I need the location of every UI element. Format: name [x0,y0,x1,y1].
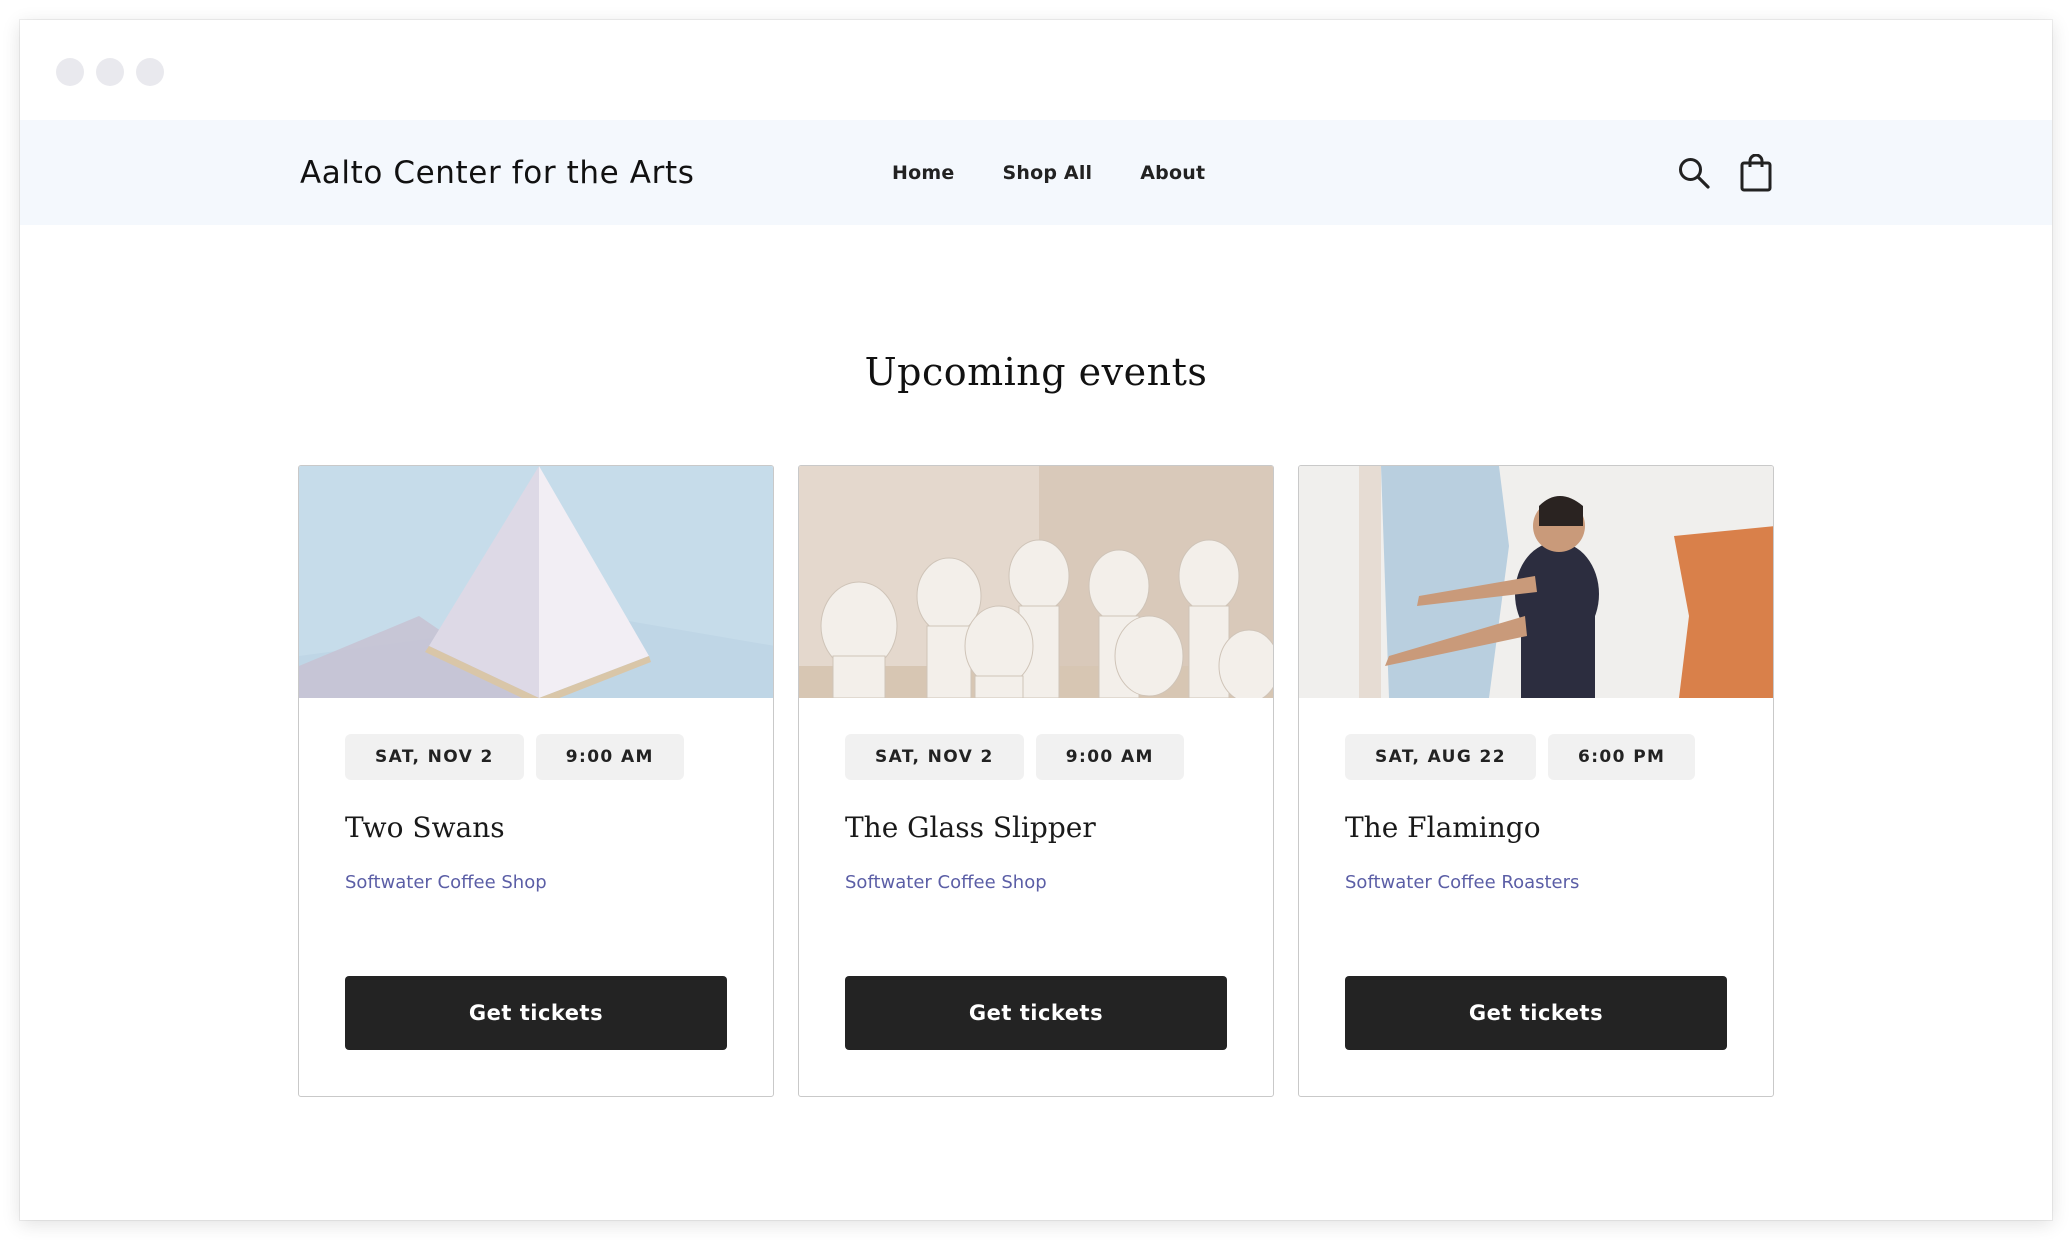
event-image [799,466,1273,698]
event-name[interactable]: The Glass Slipper [845,811,1096,844]
browser-window: Aalto Center for the Arts Home Shop All … [20,20,2052,1220]
nav-shop-all[interactable]: Shop All [1002,162,1092,184]
main-nav: Home Shop All About [892,162,1205,184]
window-close-dot[interactable] [56,58,84,86]
nav-about[interactable]: About [1140,162,1205,184]
event-card: SAT, AUG 22 6:00 PM The Flamingo Softwat… [1298,465,1774,1097]
time-badge: 9:00 AM [1035,734,1184,780]
event-card: SAT, NOV 2 9:00 AM The Glass Slipper Sof… [798,465,1274,1097]
event-meta: SAT, AUG 22 6:00 PM [1345,734,1696,780]
event-meta: SAT, NOV 2 9:00 AM [845,734,1184,780]
event-card: SAT, NOV 2 9:00 AM Two Swans Softwater C… [298,465,774,1097]
window-maximize-dot[interactable] [136,58,164,86]
date-badge: SAT, NOV 2 [845,734,1024,780]
window-titlebar [20,20,2052,120]
event-name[interactable]: The Flamingo [1345,811,1541,844]
event-name[interactable]: Two Swans [345,811,505,844]
event-cards: SAT, NOV 2 9:00 AM Two Swans Softwater C… [298,465,1774,1097]
time-badge: 9:00 AM [535,734,684,780]
event-venue-link[interactable]: Softwater Coffee Roasters [1345,872,1579,893]
site-brand[interactable]: Aalto Center for the Arts [300,155,694,191]
event-image [1299,466,1773,698]
get-tickets-button[interactable]: Get tickets [345,976,727,1050]
event-venue-link[interactable]: Softwater Coffee Shop [845,872,1047,893]
section-title: Upcoming events [864,350,1208,394]
window-minimize-dot[interactable] [96,58,124,86]
date-badge: SAT, AUG 22 [1345,734,1536,780]
search-icon[interactable] [1676,153,1712,193]
nav-home[interactable]: Home [892,162,954,184]
get-tickets-button[interactable]: Get tickets [1345,976,1727,1050]
get-tickets-button[interactable]: Get tickets [845,976,1227,1050]
event-meta: SAT, NOV 2 9:00 AM [345,734,684,780]
site-header: Aalto Center for the Arts Home Shop All … [20,120,2052,225]
time-badge: 6:00 PM [1548,734,1696,780]
shopping-bag-icon[interactable] [1738,153,1774,193]
event-image [299,466,773,698]
date-badge: SAT, NOV 2 [345,734,524,780]
event-venue-link[interactable]: Softwater Coffee Shop [345,872,547,893]
header-actions [1676,153,1774,193]
